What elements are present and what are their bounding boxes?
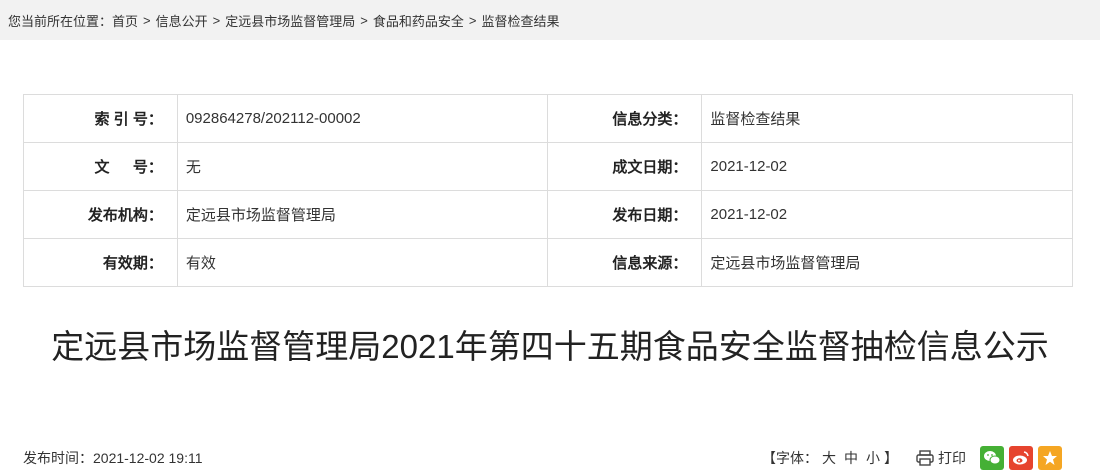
written-date-label: 成文日期：	[546, 142, 703, 191]
breadcrumb: 您当前所在位置： 首页 > 信息公开 > 定远县市场监督管理局 > 食品和药品安…	[0, 0, 1100, 40]
font-medium-button[interactable]: 中	[844, 448, 858, 468]
star-icon	[1043, 451, 1057, 465]
publish-date-value: 2021-12-02	[701, 190, 1073, 239]
breadcrumb-separator: >	[212, 12, 221, 28]
wechat-share-button[interactable]	[980, 446, 1004, 470]
font-and-share-tools: 【字体： 大 中 小 】 打印	[762, 446, 1062, 470]
breadcrumb-separator: >	[143, 12, 151, 28]
publisher-label: 发布机构：	[23, 190, 178, 239]
publish-date-label: 发布日期：	[546, 190, 703, 239]
font-large-button[interactable]: 大	[822, 448, 836, 468]
publish-time: 发布时间：2021-12-02 19:11	[23, 450, 203, 466]
breadcrumb-separator: >	[360, 12, 368, 28]
index-number-value: 092864278/202112-00002	[176, 94, 548, 143]
printer-icon	[916, 450, 934, 466]
source-value: 定远县市场监督管理局	[701, 238, 1073, 287]
category-label: 信息分类：	[546, 94, 703, 143]
document-number-label: 文 号：	[23, 142, 178, 191]
metadata-table: 索 引 号： 092864278/202112-00002 信息分类： 监督检查…	[23, 94, 1073, 287]
breadcrumb-inspection[interactable]: 监督检查结果	[481, 11, 559, 30]
written-date-value: 2021-12-02	[701, 142, 1073, 191]
breadcrumb-bureau[interactable]: 定远县市场监督管理局	[225, 11, 355, 30]
validity-value: 有效	[176, 238, 548, 287]
article-toolbar: 发布时间：2021-12-02 19:11 【字体： 大 中 小 】 打印	[0, 444, 1100, 472]
font-small-button[interactable]: 小	[866, 448, 880, 468]
font-size-bracket: 】	[884, 450, 898, 466]
print-label: 打印	[938, 450, 966, 466]
table-row: 文 号： 无 成文日期： 2021-12-02	[23, 142, 1073, 191]
source-label: 信息来源：	[546, 238, 703, 287]
breadcrumb-food-drug[interactable]: 食品和药品安全	[373, 11, 464, 30]
breadcrumb-separator: >	[468, 12, 477, 28]
weibo-share-button[interactable]	[1009, 446, 1033, 470]
table-row: 索 引 号： 092864278/202112-00002 信息分类： 监督检查…	[23, 94, 1073, 143]
table-row: 发布机构： 定远县市场监督管理局 发布日期： 2021-12-02	[23, 190, 1073, 239]
favorite-share-button[interactable]	[1038, 446, 1062, 470]
article-title: 定远县市场监督管理局2021年第四十五期食品安全监督抽检信息公示	[51, 328, 1049, 365]
weibo-icon	[1013, 451, 1029, 465]
font-size-label: 【字体：	[762, 450, 818, 466]
document-number-value: 无	[176, 142, 548, 191]
breadcrumb-info-public[interactable]: 信息公开	[156, 11, 208, 30]
breadcrumb-prefix: 您当前所在位置：	[8, 13, 113, 29]
category-value: 监督检查结果	[701, 94, 1073, 143]
print-button[interactable]: 打印	[916, 448, 966, 468]
wechat-icon	[984, 451, 1001, 465]
table-row: 有效期： 有效 信息来源： 定远县市场监督管理局	[23, 238, 1073, 287]
validity-label: 有效期：	[23, 238, 178, 287]
publisher-value: 定远县市场监督管理局	[176, 190, 548, 239]
breadcrumb-home[interactable]: 首页	[112, 11, 138, 30]
index-number-label: 索 引 号：	[23, 94, 178, 143]
